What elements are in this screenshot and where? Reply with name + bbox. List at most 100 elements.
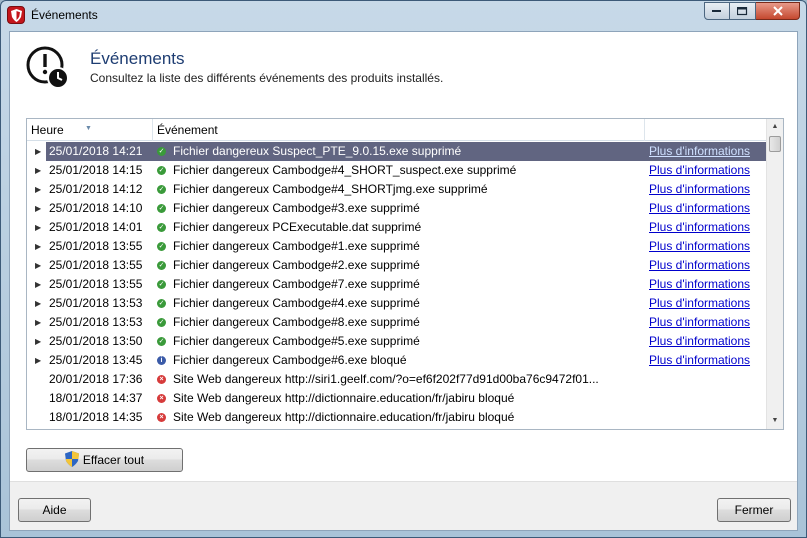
table-row[interactable]: ▶ 25/01/2018 13:55 ✓ Fichier dangereux Camb… — [27, 256, 767, 275]
expand-arrow-icon[interactable]: ▶ — [35, 256, 43, 275]
event-time: 25/01/2018 13:50 — [49, 334, 143, 348]
table-row[interactable]: ▶ 25/01/2018 13:53 ✓ Fichier dangereux Camb… — [27, 294, 767, 313]
window-title: Événements — [31, 8, 98, 22]
more-info-link[interactable]: Plus d'informations — [649, 256, 750, 275]
events-clock-icon — [25, 45, 71, 91]
event-description: Fichier dangereux PCExecutable.dat suppr… — [173, 220, 422, 234]
table-row[interactable]: ▶ 25/01/2018 14:12 ✓ Fichier dangereux Camb… — [27, 180, 767, 199]
event-time: 20/01/2018 17:36 — [49, 372, 143, 386]
info-icon: i — [157, 356, 166, 365]
event-description: Fichier dangereux Cambodge#8.exe supprim… — [173, 315, 420, 329]
more-info-link[interactable]: Plus d'informations — [649, 161, 750, 180]
table-row[interactable]: ▶ 25/01/2018 13:55 ✓ Fichier dangereux Camb… — [27, 237, 767, 256]
event-description: Site Web dangereux http://dictionnaire.e… — [173, 410, 515, 424]
expand-arrow-icon[interactable]: ▶ — [35, 199, 43, 218]
scroll-down-icon[interactable]: ▼ — [767, 413, 783, 429]
page-subtitle: Consultez la liste des différents événem… — [90, 71, 444, 85]
check-icon: ✓ — [157, 261, 166, 270]
table-row[interactable]: 18/01/2018 14:37 × Site Web dangereux http… — [27, 389, 767, 408]
event-description: Fichier dangereux Suspect_PTE_9.0.15.exe… — [173, 144, 462, 158]
expand-arrow-icon[interactable]: ▶ — [35, 275, 43, 294]
event-description: Fichier dangereux Cambodge#6.exe bloqué — [173, 353, 407, 367]
close-window-button[interactable] — [756, 2, 800, 20]
expand-arrow-icon[interactable]: ▶ — [35, 332, 43, 351]
event-time: 18/01/2018 14:35 — [49, 410, 143, 424]
event-time: 25/01/2018 13:53 — [49, 315, 143, 329]
clear-all-button[interactable]: Effacer tout — [26, 448, 183, 472]
help-button[interactable]: Aide — [18, 498, 91, 522]
table-row[interactable]: ▶ 25/01/2018 13:50 ✓ Fichier dangereux Camb… — [27, 332, 767, 351]
events-window: Événements Événements Consultez la liste… — [0, 0, 807, 538]
expand-arrow-icon[interactable]: ▶ — [35, 218, 43, 237]
event-description: Fichier dangereux Cambodge#4.exe supprim… — [173, 296, 420, 310]
more-info-link[interactable]: Plus d'informations — [649, 218, 750, 237]
table-row[interactable]: ▶ 25/01/2018 14:15 ✓ Fichier dangereux Camb… — [27, 161, 767, 180]
expand-arrow-icon[interactable]: ▶ — [35, 142, 43, 161]
column-header-time-label: Heure — [31, 123, 64, 137]
column-header-event[interactable]: Événement — [153, 119, 645, 141]
table-row[interactable]: ▶ 25/01/2018 13:53 ✓ Fichier dangereux Camb… — [27, 313, 767, 332]
more-info-link[interactable]: Plus d'informations — [649, 237, 750, 256]
event-time: 25/01/2018 13:45 — [49, 353, 143, 367]
event-description: Fichier dangereux Cambodge#4_SHORTjmg.ex… — [173, 182, 488, 196]
table-row[interactable]: 18/01/2018 14:35 × Site Web dangereux http… — [27, 408, 767, 427]
column-header-link — [645, 119, 767, 141]
more-info-link[interactable]: Plus d'informations — [649, 180, 750, 199]
blocked-icon: × — [157, 375, 166, 384]
vertical-scrollbar[interactable]: ▲ ▼ — [766, 119, 783, 429]
event-time: 25/01/2018 14:01 — [49, 220, 143, 234]
check-icon: ✓ — [157, 318, 166, 327]
more-info-link[interactable]: Plus d'informations — [649, 142, 750, 161]
check-icon: ✓ — [157, 204, 166, 213]
table-row[interactable]: ▶ 25/01/2018 13:45 i Fichier dangereux Camb… — [27, 351, 767, 370]
column-header-event-label: Événement — [157, 123, 218, 137]
event-time: 25/01/2018 14:10 — [49, 201, 143, 215]
more-info-link[interactable]: Plus d'informations — [649, 332, 750, 351]
table-row[interactable]: ▶ 25/01/2018 14:01 ✓ Fichier dangereux PCEx… — [27, 218, 767, 237]
check-icon: ✓ — [157, 147, 166, 156]
title-bar[interactable]: Événements — [1, 1, 806, 31]
table-body: ▶ 25/01/2018 14:21 ✓ Fichier dangereux Susp… — [27, 142, 767, 427]
event-time: 25/01/2018 13:53 — [49, 296, 143, 310]
check-icon: ✓ — [157, 242, 166, 251]
check-icon: ✓ — [157, 166, 166, 175]
event-description: Fichier dangereux Cambodge#5.exe supprim… — [173, 334, 420, 348]
expand-arrow-icon[interactable]: ▶ — [35, 313, 43, 332]
more-info-link[interactable]: Plus d'informations — [649, 275, 750, 294]
scroll-up-icon[interactable]: ▲ — [767, 119, 783, 135]
column-header-time[interactable]: Heure ▼ — [27, 119, 153, 141]
dialog-footer: Aide Fermer — [10, 481, 797, 530]
event-time: 25/01/2018 14:21 — [49, 144, 143, 158]
more-info-link[interactable]: Plus d'informations — [649, 294, 750, 313]
table-row[interactable]: ▶ 25/01/2018 14:10 ✓ Fichier dangereux Camb… — [27, 199, 767, 218]
event-description: Fichier dangereux Cambodge#3.exe supprim… — [173, 201, 420, 215]
expand-arrow-icon[interactable]: ▶ — [35, 351, 43, 370]
expand-arrow-icon[interactable]: ▶ — [35, 294, 43, 313]
check-icon: ✓ — [157, 337, 166, 346]
more-info-link[interactable]: Plus d'informations — [649, 199, 750, 218]
expand-arrow-icon[interactable]: ▶ — [35, 161, 43, 180]
event-description: Site Web dangereux http://dictionnaire.e… — [173, 391, 515, 405]
blocked-icon: × — [157, 394, 166, 403]
table-row[interactable]: ▶ 25/01/2018 14:21 ✓ Fichier dangereux Susp… — [27, 142, 767, 161]
table-row[interactable]: ▶ 25/01/2018 13:55 ✓ Fichier dangereux Camb… — [27, 275, 767, 294]
event-description: Fichier dangereux Cambodge#1.exe supprim… — [173, 239, 420, 253]
maximize-button[interactable] — [730, 2, 756, 20]
event-time: 25/01/2018 13:55 — [49, 277, 143, 291]
more-info-link[interactable]: Plus d'informations — [649, 313, 750, 332]
events-table: Heure ▼ Événement ▶ 25/01/2018 14:21 ✓ Fich… — [26, 118, 784, 430]
event-time: 25/01/2018 13:55 — [49, 258, 143, 272]
dialog-content: Événements Consultez la liste des différ… — [9, 31, 798, 531]
window-controls — [704, 2, 800, 20]
scrollbar-thumb[interactable] — [769, 136, 781, 152]
expand-arrow-icon[interactable]: ▶ — [35, 237, 43, 256]
close-button[interactable]: Fermer — [717, 498, 791, 522]
page-title: Événements — [90, 49, 185, 68]
event-time: 25/01/2018 13:55 — [49, 239, 143, 253]
more-info-link[interactable]: Plus d'informations — [649, 351, 750, 370]
minimize-button[interactable] — [704, 2, 730, 20]
event-description: Site Web dangereux http://siri1.geelf.co… — [173, 372, 599, 386]
table-row[interactable]: 20/01/2018 17:36 × Site Web dangereux http… — [27, 370, 767, 389]
table-header: Heure ▼ Événement — [27, 119, 767, 141]
expand-arrow-icon[interactable]: ▶ — [35, 180, 43, 199]
